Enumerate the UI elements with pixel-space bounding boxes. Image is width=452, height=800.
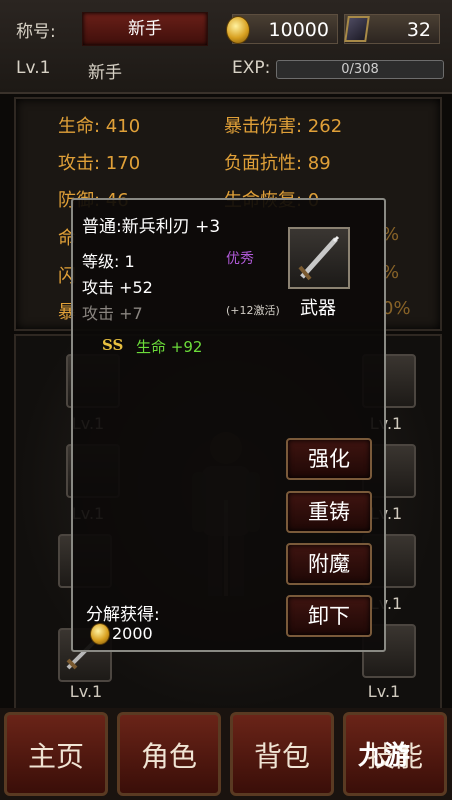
player-level-title: 新手 (88, 63, 122, 83)
item-quality: 优秀 (226, 251, 254, 267)
ss-badge: SS (102, 336, 124, 354)
boots-slot-level: Lv.1 (367, 682, 401, 701)
stat-attack: 攻击: 170 (58, 153, 141, 174)
item-name: 普通:新兵利刃 +3 (82, 217, 221, 237)
item-slot-type: 武器 (300, 298, 336, 319)
enhance-button[interactable]: 强化 (286, 438, 372, 480)
decompose-label: 分解获得: (86, 605, 160, 625)
sword-icon (298, 235, 340, 281)
item-image-frame (288, 227, 350, 289)
decompose-value: 2000 (112, 624, 153, 643)
item-level: 等级: 1 (82, 252, 135, 271)
stat-row6-right-pct: 0% (382, 298, 411, 319)
exp-bar: 0/308 (276, 60, 444, 79)
enhance-hint: (+12激活) (226, 304, 280, 317)
item-attack: 攻击 +52 (82, 278, 153, 297)
nav-bag[interactable]: 背包 (230, 712, 334, 796)
nav-character[interactable]: 角色 (117, 712, 221, 796)
stat-hp: 生命: 410 (58, 116, 141, 137)
reforge-button[interactable]: 重铸 (286, 491, 372, 533)
gold-coin-icon (226, 16, 250, 44)
item-bonus-attack: 攻击 +7 (82, 304, 143, 323)
title-value[interactable]: 新手 (82, 12, 208, 46)
stat-debuff-resist: 负面抗性: 89 (224, 153, 331, 174)
gold-coin-icon (90, 623, 110, 645)
watermark-logo: 九游 (357, 741, 410, 771)
exp-label: EXP: (232, 58, 271, 78)
nav-home[interactable]: 主页 (4, 712, 108, 796)
player-level: Lv.1 (16, 58, 51, 78)
stat-crit-damage: 暴击伤害: 262 (224, 116, 343, 137)
gem-icon (344, 16, 370, 42)
unequip-button[interactable]: 卸下 (286, 595, 372, 637)
weapon-slot-level: Lv.1 (69, 682, 103, 701)
enchant-button[interactable]: 附魔 (286, 543, 372, 585)
set-bonus: 生命 +92 (136, 338, 203, 356)
title-label: 称号: (16, 22, 56, 42)
